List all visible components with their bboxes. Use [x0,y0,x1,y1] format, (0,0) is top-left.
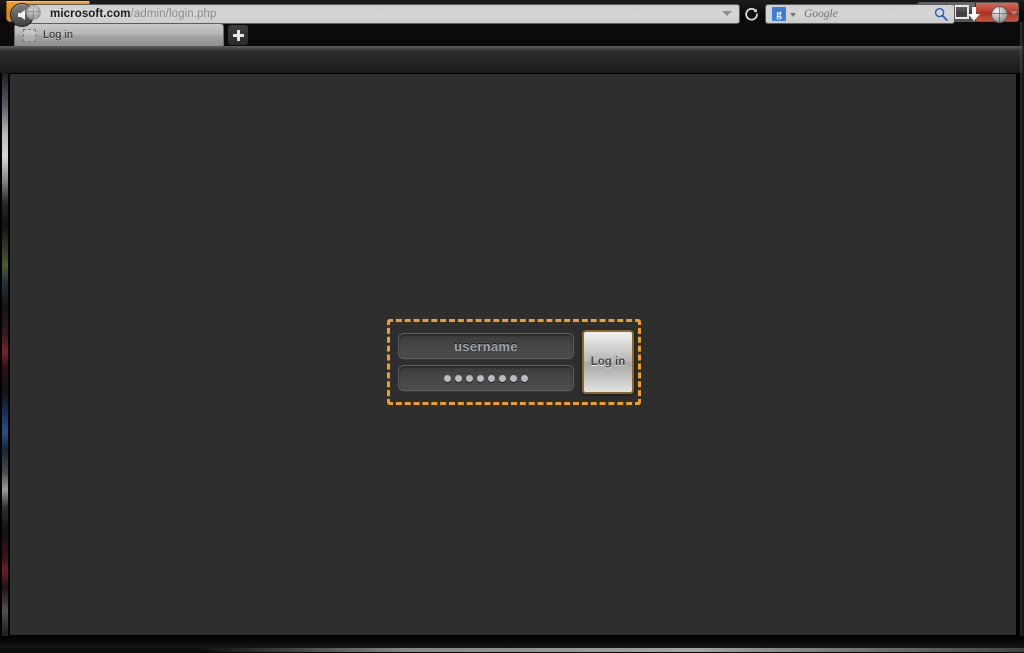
plus-icon [232,29,244,41]
new-tab-button[interactable] [228,25,248,45]
password-dot [455,374,462,382]
password-dot [477,374,484,382]
url-dropdown-chevron-down-icon[interactable] [722,11,732,16]
downloads-button[interactable] [966,6,982,22]
url-input[interactable]: microsoft.com/admin/login.php [27,4,740,24]
magnifier-icon [934,7,948,21]
tab-log-in[interactable]: Log in [14,23,224,46]
home-chevron-down-icon[interactable] [1010,11,1018,15]
search-placeholder: Google [804,8,838,20]
url-path: /admin/login.php [130,8,217,20]
reload-icon [745,7,758,21]
login-fields-column: username [398,333,574,391]
tab-title: Log in [43,29,73,41]
password-dot [521,374,528,382]
site-identity-globe-icon[interactable] [26,5,41,20]
home-globe-icon[interactable] [991,6,1008,23]
log-in-button-label: Log in [590,356,626,368]
login-form-highlight: username Log in [387,319,641,405]
page-viewport: username Log in [9,73,1017,636]
blank-favicon-icon [23,28,36,42]
reload-button[interactable] [744,7,759,22]
username-value: username [454,338,518,354]
google-logo-icon: g [772,7,786,21]
back-arrow-icon [17,10,25,20]
password-dot [488,374,495,382]
password-dot [510,374,517,382]
password-masked-value [444,374,528,382]
download-arrow-icon [968,7,980,21]
navigation-toolbar [0,46,1024,73]
window-bottom-highlight [200,648,1024,652]
search-input[interactable]: g Google [765,4,955,24]
password-dot [466,374,473,382]
window-right-edge [1020,22,1024,636]
desktop-background-sliver [2,70,8,645]
password-dot [499,374,506,382]
log-in-button[interactable]: Log in [582,330,634,394]
password-dot [444,374,451,382]
url-host: microsoft.com [50,8,131,20]
tab-strip: Log in [0,22,1024,46]
password-input[interactable] [398,365,574,391]
browser-window: Firefox x Log in micr [0,0,1024,653]
username-input[interactable]: username [398,333,574,359]
url-text: microsoft.com/admin/login.php [50,8,217,20]
navigation-toolbar-background [0,46,1024,73]
search-engine-chevron-down-icon[interactable] [790,13,796,17]
